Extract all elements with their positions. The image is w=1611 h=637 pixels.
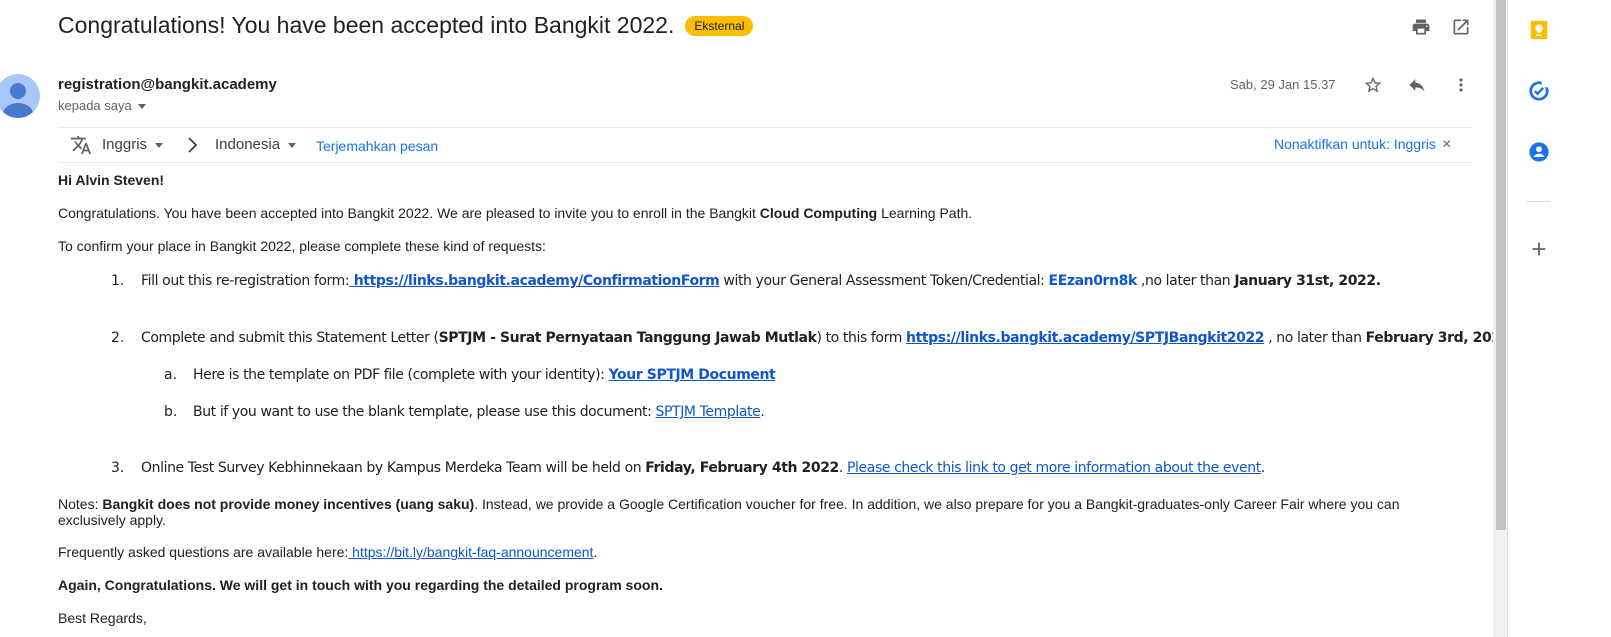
paragraph-intro: Congratulations. You have been accepted … — [58, 205, 973, 221]
external-badge[interactable]: Eksternal — [685, 15, 754, 36]
list-item-2: Complete and submit this Statement Lette… — [141, 330, 1493, 346]
notes-paragraph: Notes: Bangkit does not provide money in… — [58, 496, 1400, 528]
caret-down-icon — [155, 143, 164, 148]
list-letter: b. — [164, 404, 178, 420]
translate-bar: Inggris Indonesia Terjemahkan pesan Nona… — [58, 127, 1472, 163]
chevron-right-icon — [188, 137, 198, 153]
closing-paragraph: Again, Congratulations. We will get in t… — [58, 577, 663, 593]
list-number: 2. — [111, 330, 125, 346]
side-panel — [1507, 0, 1611, 637]
sptjm-template-link[interactable]: SPTJM Template — [656, 404, 761, 420]
contacts-icon[interactable] — [1528, 141, 1550, 163]
email-subject-row: Congratulations! You have been accepted … — [58, 12, 754, 39]
close-icon[interactable]: × — [1442, 136, 1451, 154]
faq-paragraph: Frequently asked questions are available… — [58, 544, 598, 560]
sender-avatar[interactable] — [0, 74, 40, 118]
sender-email[interactable]: registration@bangkit.academy — [58, 76, 277, 93]
star-icon[interactable] — [1362, 74, 1384, 96]
source-language-select[interactable]: Inggris — [102, 136, 164, 153]
token-value: EEzan0rn8k — [1048, 273, 1138, 289]
sptj-form-link[interactable]: https://links.bangkit.academy/SPTJBangki… — [906, 330, 1265, 346]
email-view: Congratulations! You have been accepted … — [0, 0, 1493, 637]
translate-message-link[interactable]: Terjemahkan pesan — [316, 138, 438, 154]
email-subject: Congratulations! You have been accepted … — [58, 12, 675, 38]
event-info-link[interactable]: Please check this link to get more infor… — [847, 460, 1261, 476]
disable-translate-link[interactable]: Nonaktifkan untuk: Inggris — [1274, 136, 1436, 152]
list-item-3: Online Test Survey Kebhinnekaan by Kampu… — [141, 460, 1265, 476]
paragraph-confirm: To confirm your place in Bangkit 2022, p… — [58, 238, 546, 254]
regards: Best Regards, — [58, 610, 147, 626]
confirmation-form-link[interactable]: https://links.bangkit.academy/Confirmati… — [349, 273, 720, 289]
message-actions — [1362, 74, 1472, 96]
list-number: 3. — [111, 460, 125, 476]
list-letter: a. — [164, 367, 178, 383]
source-language-label: Inggris — [102, 136, 148, 153]
list-item-1: Fill out this re-registration form: http… — [141, 273, 1381, 289]
faq-link[interactable]: https://bit.ly/bangkit-faq-announcement — [348, 544, 593, 560]
translate-icon[interactable] — [70, 134, 92, 156]
recipient-label: kepada saya — [58, 98, 132, 113]
target-language-select[interactable]: Indonesia — [215, 136, 297, 153]
scrollbar-thumb[interactable] — [1496, 0, 1506, 530]
email-date: Sab, 29 Jan 15.37 — [1230, 77, 1336, 92]
open-in-new-icon[interactable] — [1450, 16, 1472, 38]
more-vert-icon[interactable] — [1450, 74, 1472, 96]
caret-down-icon — [137, 104, 146, 109]
recipient-toggle[interactable]: kepada saya — [58, 98, 146, 113]
target-language-label: Indonesia — [215, 136, 281, 153]
subject-actions — [1410, 16, 1472, 38]
add-icon[interactable] — [1528, 238, 1550, 260]
sptjm-document-link[interactable]: Your SPTJM Document — [609, 367, 776, 383]
reply-icon[interactable] — [1406, 74, 1428, 96]
side-divider — [1526, 201, 1550, 202]
greeting: Hi Alvin Steven! — [58, 172, 165, 188]
print-icon[interactable] — [1410, 16, 1432, 38]
tasks-icon[interactable] — [1528, 80, 1550, 102]
caret-down-icon — [288, 143, 297, 148]
list-number: 1. — [111, 273, 125, 289]
list-item-2a: Here is the template on PDF file (comple… — [193, 367, 776, 383]
list-item-2b: But if you want to use the blank templat… — [193, 404, 765, 420]
keep-icon[interactable] — [1528, 19, 1550, 41]
